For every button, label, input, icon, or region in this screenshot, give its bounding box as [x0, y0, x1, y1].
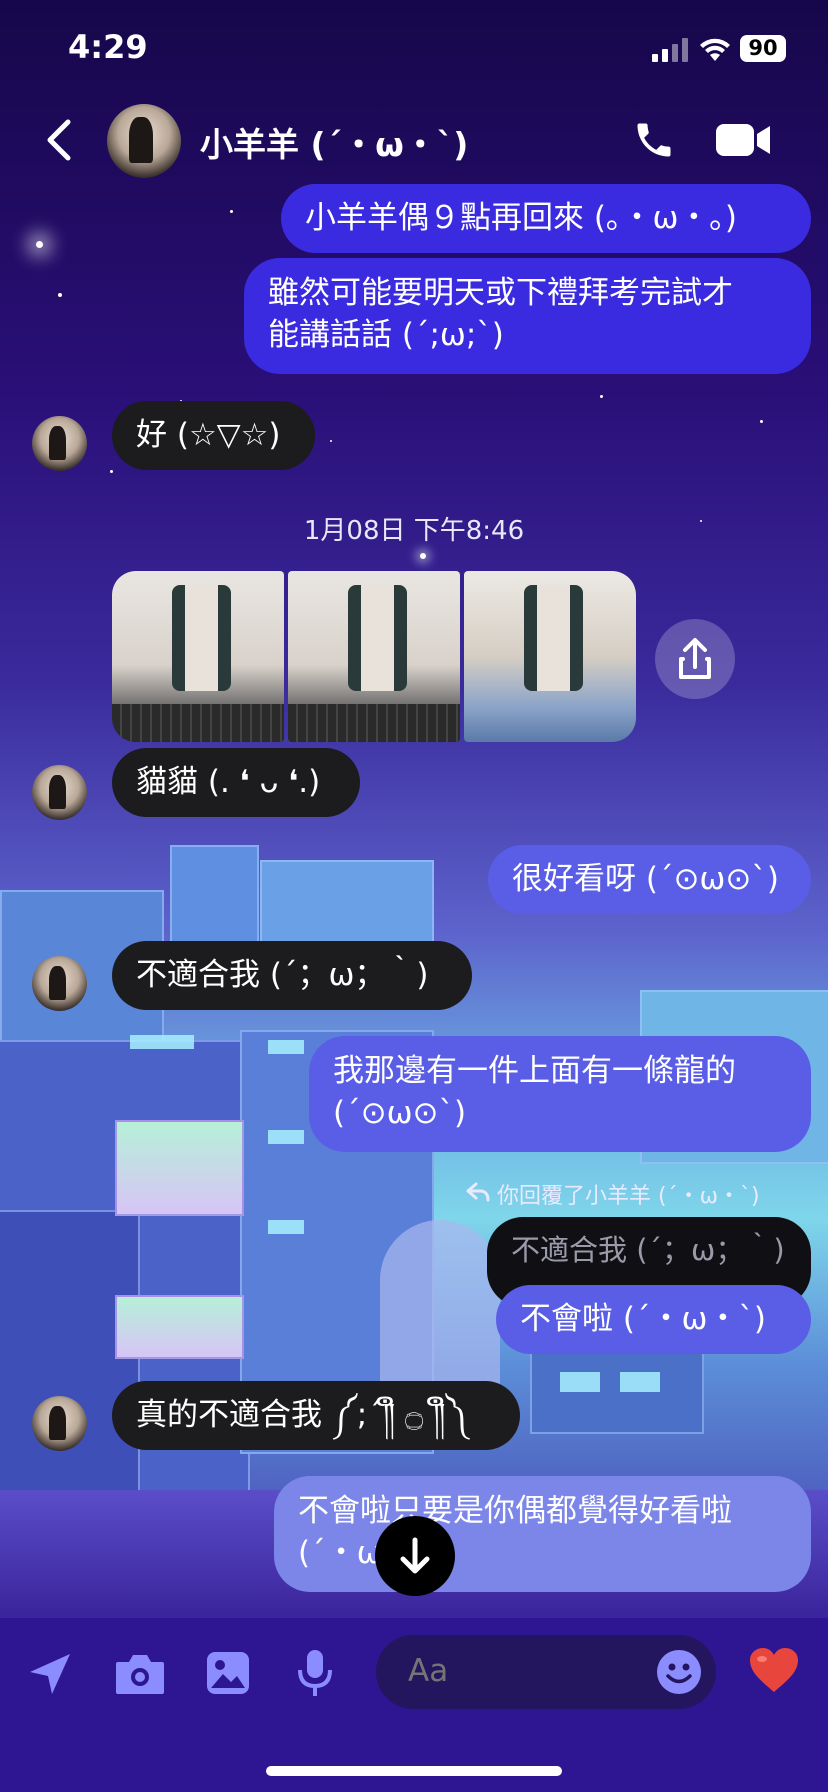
outgoing-message[interactable]: 小羊羊偶９點再回來 (｡・ω・｡)	[281, 184, 811, 253]
photo-thumbnail[interactable]	[464, 571, 636, 742]
outgoing-message[interactable]: 雖然可能要明天或下禮拜考完試才 能講話話 (´;ω;`)	[244, 258, 811, 374]
heart-icon[interactable]	[748, 1646, 800, 1694]
send-location-icon[interactable]	[26, 1650, 74, 1698]
photo-thumbnail[interactable]	[288, 571, 460, 742]
photo-thumbnail[interactable]	[112, 571, 284, 742]
contact-name[interactable]: 小羊羊 (´・ω・`)	[200, 118, 468, 166]
signal-icon	[652, 38, 692, 62]
share-button[interactable]	[655, 619, 735, 699]
outgoing-message[interactable]: 很好看呀 (´⊙ω⊙`)	[488, 845, 811, 914]
microphone-icon[interactable]	[296, 1648, 334, 1698]
wifi-icon	[698, 35, 732, 63]
back-chevron-icon[interactable]	[42, 118, 76, 162]
status-time: 4:29	[68, 28, 148, 66]
gallery-icon[interactable]	[205, 1650, 251, 1696]
contact-avatar-small[interactable]	[32, 1396, 87, 1451]
date-separator: 1月08日 下午8:46	[303, 516, 525, 546]
message-input[interactable]	[406, 1652, 650, 1690]
outgoing-message[interactable]: 不會啦 (´・ω・`)	[496, 1285, 811, 1354]
contact-avatar-small[interactable]	[32, 765, 87, 820]
arrow-down-icon	[400, 1537, 430, 1574]
incoming-message[interactable]: 貓貓 (. ❛ ᴗ ❛.)	[112, 748, 360, 817]
share-icon	[679, 638, 711, 679]
contact-avatar-small[interactable]	[32, 956, 87, 1011]
outgoing-message[interactable]: 不會啦只要是你偶都覺得好看啦 (´・ω・`)	[274, 1476, 811, 1592]
contact-avatar[interactable]	[107, 104, 181, 178]
scroll-to-bottom-button[interactable]	[375, 1516, 455, 1596]
outgoing-message[interactable]: 我那邊有一件上面有一條龍的 (´⊙ω⊙`)	[309, 1036, 811, 1152]
video-camera-icon[interactable]	[716, 122, 772, 158]
emoji-icon[interactable]	[656, 1649, 702, 1695]
reply-arrow-icon	[466, 1182, 490, 1202]
incoming-message[interactable]: 不適合我 (´；ω；｀)	[112, 941, 472, 1010]
chat-screen: 4:29 90 小羊羊 (´・ω・`) 小羊羊偶９點再回來 (｡・ω・｡) 雖然…	[0, 0, 828, 1792]
incoming-message[interactable]: 好 (☆▽☆)	[112, 401, 315, 470]
reply-label: 你回覆了小羊羊 (´・ω・`)	[497, 1184, 760, 1209]
phone-icon[interactable]	[632, 118, 676, 162]
battery-indicator: 90	[740, 35, 786, 62]
incoming-message[interactable]: 真的不適合我 ༼;´༎ຶ ۝ ༎ຶ༽	[112, 1381, 520, 1450]
home-indicator	[266, 1766, 562, 1776]
contact-avatar-small[interactable]	[32, 416, 87, 471]
camera-icon[interactable]	[114, 1652, 166, 1696]
